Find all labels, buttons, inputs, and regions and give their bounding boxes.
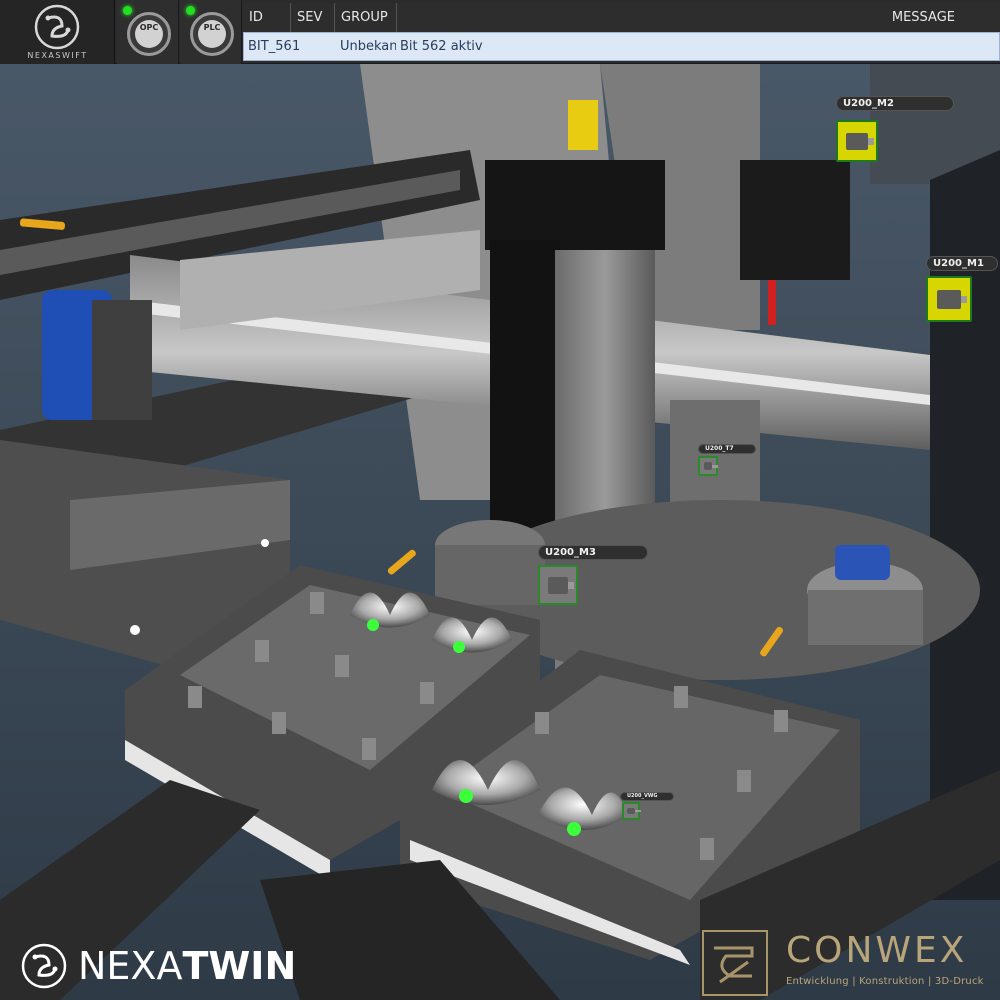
opc-status-indicator <box>123 6 132 15</box>
message-id: BIT_56 <box>248 39 292 54</box>
motor-icon <box>622 802 641 820</box>
motor-icon <box>698 456 719 476</box>
motor-tag-label: U200_T7 <box>698 444 756 454</box>
conwex-logo-icon <box>702 930 768 996</box>
motor-tag-label: U200_M1 <box>926 256 998 271</box>
opc-label: OPC <box>139 23 159 32</box>
motor-icon <box>836 120 878 162</box>
plc-connection-button[interactable]: PLC <box>180 0 242 64</box>
motor-tag-m2[interactable]: U200_M2 <box>836 96 956 166</box>
nexatwin-branding: NEXATWIN <box>20 942 296 990</box>
message-table: ID SEV GROUP MESSAGE BIT_56 1 Unbekan Bi… <box>243 3 1000 61</box>
motor-icon <box>926 276 972 322</box>
app-root: U200_M2 U200_M1 U200_M3 U200_T7 U200_VWG <box>0 0 1000 1000</box>
message-group: Unbekan <box>340 39 396 54</box>
plc-status-indicator <box>186 6 195 15</box>
motor-tag-label: U200_M2 <box>836 96 954 111</box>
conwex-name: CONWEX <box>786 930 968 971</box>
nexaswift-logo: NEXASWIFT <box>0 0 115 64</box>
nexatwin-light: NEXA <box>78 944 183 988</box>
motor-tag-label: U200_M3 <box>538 545 648 560</box>
top-toolbar: NEXASWIFT OPC PLC ID SEV GROUP MESSAGE B… <box>0 0 1000 64</box>
motor-tag-t7[interactable]: U200_T7 <box>698 444 758 478</box>
column-header-group[interactable]: GROUP <box>335 3 397 32</box>
message-severity: 1 <box>292 39 301 54</box>
plc-label: PLC <box>203 23 221 32</box>
column-header-message[interactable]: MESSAGE <box>397 3 1000 32</box>
nexaswift-logo-icon <box>34 4 80 50</box>
opc-icon: OPC <box>127 12 171 56</box>
plc-icon: PLC <box>190 12 234 56</box>
message-text: Bit 562 aktiv <box>400 39 483 54</box>
conwex-branding: CONWEX Entwicklung | Konstruktion | 3D-D… <box>700 928 1000 1000</box>
nexatwin-logo-icon <box>21 943 67 989</box>
column-header-sev[interactable]: SEV <box>291 3 335 32</box>
motor-tag-vwg[interactable]: U200_VWG <box>620 792 676 822</box>
nexatwin-wordmark: NEXATWIN <box>78 944 296 988</box>
nexaswift-brand-text: NEXASWIFT <box>27 51 88 60</box>
message-row[interactable]: BIT_56 1 Unbekan Bit 562 aktiv <box>243 32 1000 61</box>
nexatwin-bold: TWIN <box>182 944 297 988</box>
opc-connection-button[interactable]: OPC <box>117 0 179 64</box>
motor-tag-m3[interactable]: U200_M3 <box>538 545 650 609</box>
motor-icon <box>538 565 578 605</box>
3d-viewport[interactable]: U200_M2 U200_M1 U200_M3 U200_T7 U200_VWG <box>0 0 1000 1000</box>
conwex-tagline: Entwicklung | Konstruktion | 3D-Druck <box>786 976 984 987</box>
motor-tag-m1[interactable]: U200_M1 <box>926 256 1000 326</box>
motor-tag-label: U200_VWG <box>620 792 674 801</box>
column-header-id[interactable]: ID <box>243 3 291 32</box>
message-table-header: ID SEV GROUP MESSAGE <box>243 3 1000 32</box>
